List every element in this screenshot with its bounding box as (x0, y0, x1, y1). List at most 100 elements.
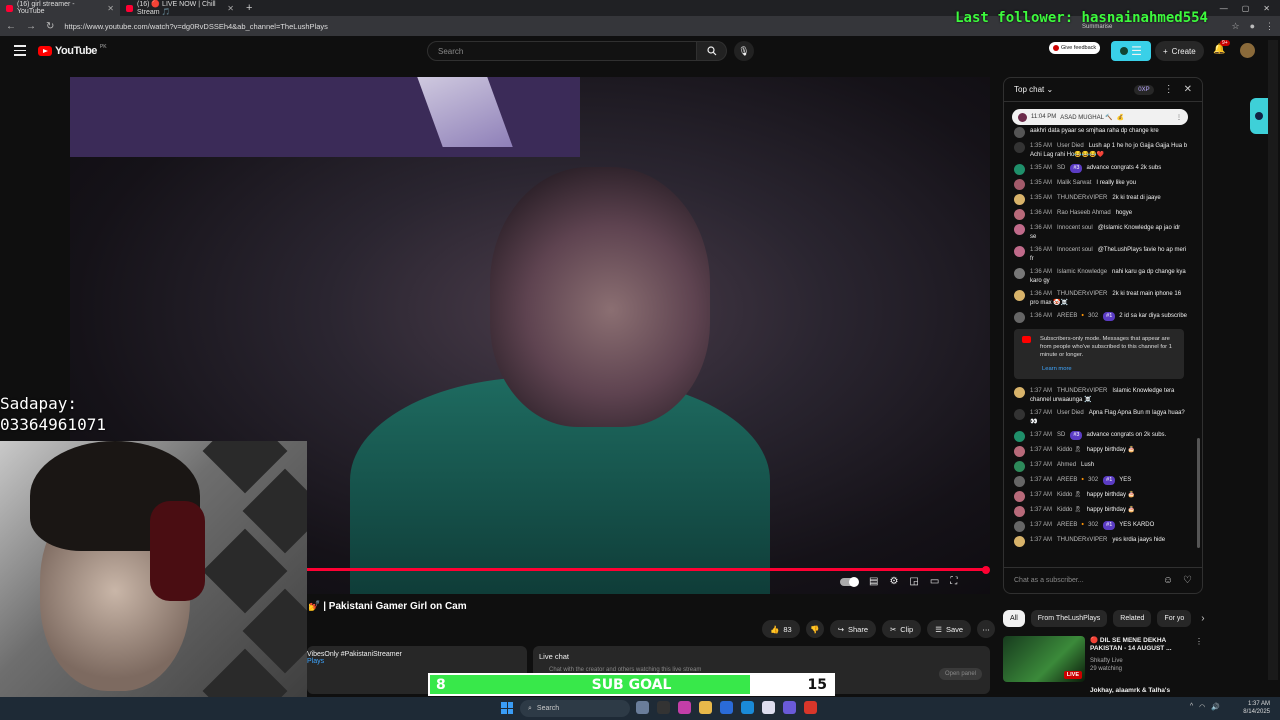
youtube-logo[interactable]: YouTube PK (38, 44, 107, 57)
chip-all[interactable]: All (1003, 610, 1025, 627)
chat-author[interactable]: THUNDERxVIPER (1057, 195, 1107, 201)
obs-icon[interactable] (804, 701, 817, 714)
chat-author[interactable]: User Died (1057, 410, 1084, 416)
chat-message[interactable]: 1:37 AM Kiddo 🎗 happy birthday 🎂 (1004, 444, 1194, 459)
summarise-label[interactable]: Summarise (1082, 24, 1112, 30)
chat-input[interactable]: Chat as a subscriber... ☺ ♡ (1004, 567, 1202, 593)
chat-more-icon[interactable]: ⋮ (1164, 84, 1174, 95)
share-button[interactable]: ↪ Share (829, 620, 876, 638)
account-avatar[interactable] (1240, 43, 1255, 58)
task-view-icon[interactable] (657, 701, 670, 714)
fullscreen-icon[interactable]: ⛶ (950, 576, 957, 587)
chat-author[interactable]: THUNDERxVIPER (1057, 291, 1107, 297)
menu-dots-icon[interactable]: ⋮ (1265, 21, 1274, 32)
chat-author[interactable]: THUNDERxVIPER (1057, 388, 1107, 394)
chat-author[interactable]: Kiddo 🎗 (1057, 507, 1082, 513)
create-button[interactable]: + Create (1155, 41, 1204, 61)
emoji-icon[interactable]: ☺ (1163, 575, 1173, 586)
chevron-up-icon[interactable]: ^ (1190, 703, 1193, 711)
chat-author[interactable]: Islamic Knowledge (1057, 269, 1107, 275)
video-progress-bar[interactable] (307, 565, 990, 574)
chat-message[interactable]: 1:36 AM Innocent soul @TheLushPlays favie … (1004, 244, 1194, 266)
forward-icon[interactable]: → (26, 21, 36, 32)
autoplay-toggle[interactable] (840, 576, 859, 587)
store-icon[interactable] (720, 701, 733, 714)
chat-author[interactable]: Kiddo 🎗 (1057, 447, 1082, 453)
extension-side-button[interactable] (1250, 98, 1268, 134)
miniplayer-icon[interactable]: ◲ (909, 576, 918, 587)
chat-message[interactable]: 1:37 AM THUNDERxVIPER Islamic Knowledge te… (1004, 385, 1194, 407)
reload-icon[interactable]: ↻ (46, 21, 54, 32)
back-icon[interactable]: ← (6, 21, 16, 32)
hamburger-menu-icon[interactable] (14, 45, 26, 56)
chat-message[interactable]: 1:35 AM Malik Sarwat I really like you (1004, 177, 1194, 192)
chat-author[interactable]: THUNDERxVIPER (1057, 537, 1107, 543)
chat-author[interactable]: AREEB 🔸 302 (1057, 313, 1098, 319)
chat-message[interactable]: aakhri data pyaar se smjhaa raha dp chan… (1004, 125, 1194, 140)
clock[interactable]: 1:37 AM 8/14/2025 (1243, 700, 1270, 716)
chat-author[interactable]: AREEB 🔸 302 (1057, 522, 1098, 528)
xp-badge[interactable]: 0XP (1134, 84, 1154, 95)
chat-message[interactable]: 1:36 AM Rao Haseeb Ahmad hogye (1004, 207, 1194, 222)
like-button[interactable]: 👍 83 (762, 620, 800, 638)
copilot-icon[interactable] (678, 701, 691, 714)
discord-icon[interactable] (783, 701, 796, 714)
chat-message[interactable]: 1:37 AM SD #3 advance congrats on 2k subs. (1004, 429, 1194, 444)
chat-message[interactable]: 1:37 AM THUNDERxVIPER yes krdia jaays hide (1004, 534, 1194, 549)
chat-author[interactable]: AREEB 🔸 302 (1057, 477, 1098, 483)
edge-icon[interactable] (741, 701, 754, 714)
chat-author[interactable]: Ahmed (1057, 462, 1076, 468)
browser-tab-2[interactable]: (16) 🔴 LIVE NOW | Chill Stream 🎵 ✕ (120, 0, 240, 16)
voice-search-button[interactable]: 🎙 (734, 41, 754, 61)
chevron-right-icon[interactable]: › (1201, 613, 1204, 624)
chat-author[interactable]: Innocent soul (1057, 247, 1093, 253)
captions-icon[interactable]: ▤ (869, 576, 878, 587)
file-explorer-icon[interactable] (699, 701, 712, 714)
browser-tab-1[interactable]: (16) girl streamer - YouTube ✕ (0, 0, 120, 16)
search-button[interactable] (697, 41, 727, 61)
chip-from-channel[interactable]: From TheLushPlays (1030, 610, 1108, 627)
maximize-icon[interactable]: ▢ (1242, 4, 1250, 13)
window-close-icon[interactable]: ✕ (1263, 4, 1270, 13)
search-input[interactable]: Search (427, 41, 697, 61)
bookmark-icon[interactable]: ☆ (1231, 21, 1239, 32)
pinned-message[interactable]: 11:04 PM ASAD MUGHAL 🔨 💰 ⋮ (1012, 109, 1188, 125)
chat-message[interactable]: 1:37 AM User Died Apna Flag Apna Bun m lag… (1004, 407, 1194, 429)
extension-button[interactable]: ☰ (1111, 41, 1151, 61)
chat-author[interactable]: Kiddo 🎗 (1057, 492, 1082, 498)
chat-author[interactable]: Innocent soul (1057, 225, 1093, 231)
chat-message[interactable]: 1:36 AM AREEB 🔸 302 #1 2 id sa kar diya sub… (1004, 310, 1194, 325)
rec-title-2[interactable]: Jokhay, alaamrk & Talha's (1090, 687, 1170, 694)
chat-message[interactable]: 1:37 AM Kiddo 🎗 happy birthday 🎂 (1004, 489, 1194, 504)
tab-close-icon[interactable]: ✕ (227, 4, 234, 13)
top-chat-dropdown[interactable]: Top chat ⌄ (1014, 85, 1053, 94)
open-panel-button[interactable]: Open panel (938, 668, 982, 680)
pinned-more-icon[interactable]: ⋮ (1176, 114, 1182, 121)
widgets-icon[interactable] (636, 701, 649, 714)
chat-message[interactable]: 1:36 AM Innocent soul @Islamic Knowledge a… (1004, 222, 1194, 244)
give-feedback-button[interactable]: Give feedback (1049, 42, 1101, 54)
chat-author[interactable]: SD (1057, 432, 1065, 438)
chat-close-icon[interactable]: ✕ (1184, 84, 1192, 95)
settings-gear-icon[interactable]: ⚙ (889, 576, 898, 587)
save-button[interactable]: ☰ Save (927, 620, 972, 638)
profile-icon[interactable]: ● (1250, 21, 1255, 32)
chat-author[interactable]: Rao Haseeb Ahmad (1057, 210, 1111, 216)
clip-button[interactable]: ✂ Clip (882, 620, 922, 638)
theater-mode-icon[interactable]: ▭ (930, 576, 939, 587)
chat-message[interactable]: 1:35 AM THUNDERxVIPER 2k ki treat di jaaye (1004, 192, 1194, 207)
taskbar-search[interactable]: ⌕ Search (520, 700, 630, 717)
chat-message[interactable]: 1:35 AM User Died Lush ap 1 he ho jo Gajja… (1004, 140, 1194, 162)
windows-start-icon[interactable] (501, 702, 513, 714)
notifications-button[interactable]: 🔔 9+ (1213, 40, 1230, 55)
chat-message[interactable]: 1:36 AM Islamic Knowledge nahi karu ga dp … (1004, 266, 1194, 288)
chat-message[interactable]: 1:37 AM AREEB 🔸 302 #1 YES (1004, 474, 1194, 489)
volume-icon[interactable]: 🔊 (1211, 703, 1220, 711)
chat-message[interactable]: 1:36 AM THUNDERxVIPER 2k ki treat main iph… (1004, 288, 1194, 310)
dislike-button[interactable]: 👎 (805, 620, 824, 638)
tab-close-icon[interactable]: ✕ (107, 4, 114, 13)
chip-related[interactable]: Related (1113, 610, 1152, 627)
wifi-icon[interactable]: ◠ (1199, 703, 1205, 711)
heart-icon[interactable]: ♡ (1183, 575, 1192, 586)
chat-author[interactable]: SD (1057, 165, 1065, 171)
